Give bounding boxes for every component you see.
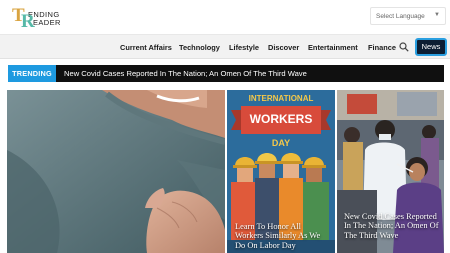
logo-word-2: EADER <box>33 18 61 27</box>
trending-headline[interactable]: New Covid Cases Reported In The Nation; … <box>64 69 307 78</box>
language-select[interactable]: Select Language ▼ <box>370 7 446 25</box>
poster-title-workers: WORKERS <box>250 112 313 126</box>
trending-ticker: TRENDING New Covid Cases Reported In The… <box>8 65 444 82</box>
featured-card-3[interactable]: New Covid Cases Reported In The Nation; … <box>337 90 444 253</box>
nav-item-entertainment[interactable]: Entertainment <box>308 43 358 52</box>
featured-image-1 <box>7 90 225 253</box>
nav-item-current-affairs[interactable]: Current Affairs <box>120 43 172 52</box>
nav-item-lifestyle[interactable]: Lifestyle <box>229 43 259 52</box>
poster-title-international: INTERNATIONAL <box>249 94 314 103</box>
featured-caption-3[interactable]: New Covid Cases Reported In The Nation; … <box>344 212 440 240</box>
site-logo[interactable]: T ENDING R EADER <box>12 6 82 31</box>
news-button[interactable]: News <box>415 38 447 56</box>
nav-item-finance[interactable]: Finance <box>368 43 396 52</box>
featured-caption-2[interactable]: Learn To Honor All Workers Similarly As … <box>235 222 331 250</box>
featured-card-2[interactable]: INTERNATIONAL WORKERS DAY Learn To Honor… <box>227 90 335 253</box>
search-icon[interactable] <box>399 42 409 52</box>
language-select-value: Select Language <box>376 13 425 20</box>
trending-label: TRENDING <box>8 65 56 82</box>
featured-card-1[interactable] <box>7 90 225 253</box>
site-header: T ENDING R EADER Select Language ▼ <box>0 0 450 34</box>
poster-title-day: DAY <box>272 138 290 148</box>
nav-item-technology[interactable]: Technology <box>179 43 220 52</box>
chevron-down-icon: ▼ <box>434 12 440 18</box>
main-nav: Current Affairs Technology Lifestyle Dis… <box>0 34 450 59</box>
nav-item-discover[interactable]: Discover <box>268 43 299 52</box>
